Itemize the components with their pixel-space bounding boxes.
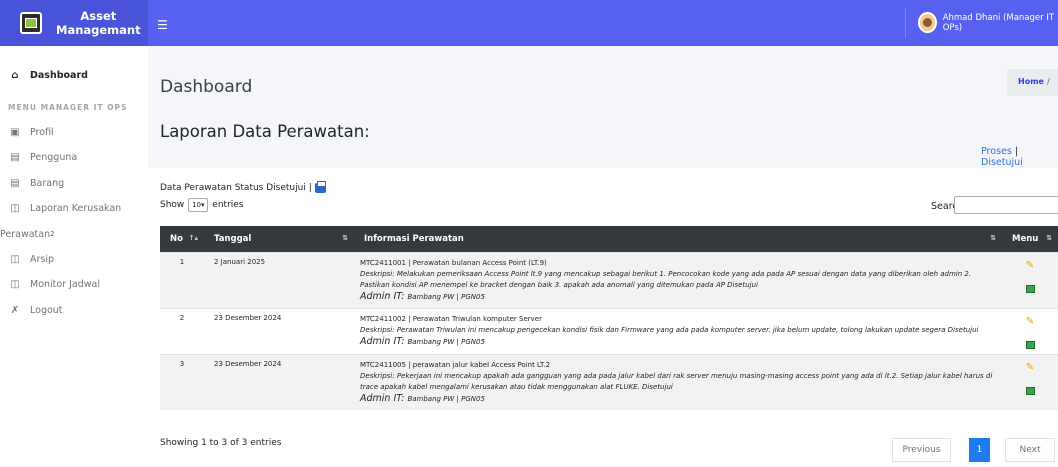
user-name: Ahmad Dhani (Manager IT OPs) <box>942 12 1055 33</box>
next-page-button[interactable]: Next <box>1005 438 1055 462</box>
previous-page-button[interactable]: Previous <box>892 438 951 462</box>
avatar <box>918 12 937 33</box>
home-icon: ⌂ <box>11 70 19 82</box>
sidebar-item-label: Pengguna <box>30 152 78 164</box>
page-1-button[interactable]: 1 <box>969 438 990 462</box>
sidebar: Asset Managemant ⌂ Dashboard MENU MANAGE… <box>0 0 148 467</box>
calendar-icon: ▣ <box>10 126 20 138</box>
data-table: No ↑▴ Tanggal ⇅ Informasi Perawatan ⇅ Menu ⇅… <box>160 226 1058 410</box>
image-icon[interactable] <box>1025 284 1035 293</box>
show-entries: Show 10 ▾ entries <box>160 198 244 212</box>
sidebar-item-label: Monitor Jadwal <box>30 279 101 291</box>
sidebar-item-dashboard[interactable]: ⌂ Dashboard <box>0 63 148 89</box>
brand[interactable]: Asset Managemant <box>0 0 148 46</box>
sidebar-item-arsip[interactable]: ◫ Arsip <box>0 247 148 273</box>
column-header-tanggal[interactable]: Tanggal ⇅ <box>204 226 354 252</box>
brand-name: Asset Managemant <box>56 9 141 37</box>
list-icon: ▤ <box>10 152 20 164</box>
sort-icon: ⇅ <box>342 234 348 242</box>
column-header-menu[interactable]: Menu ⇅ <box>1002 226 1058 252</box>
notification-badge: 2 <box>50 230 55 238</box>
table-icon: ◫ <box>10 253 20 265</box>
table-caption: Data Perawatan Status Disetujui | <box>160 181 326 193</box>
image-icon[interactable] <box>1025 340 1035 349</box>
search-input[interactable] <box>954 196 1058 214</box>
column-header-no[interactable]: No ↑▴ <box>160 226 204 252</box>
sidebar-item-label: Logout <box>30 304 63 316</box>
info-cell: MTC2411005 | perawatan jalur kabel Acces… <box>354 353 1002 410</box>
topbar: ☰ Ahmad Dhani (Manager IT OPs) <box>148 0 1058 46</box>
menu-cell: ✎ <box>1002 307 1058 354</box>
main-content: Dashboard Home / Laporan Data Perawatan: … <box>148 46 1058 467</box>
menu-cell: ✎ <box>1002 353 1058 410</box>
filter-proses-link[interactable]: Proses <box>981 146 1012 157</box>
table-row: 1 2 Januari 2025 MTC2411001 | Perawatan … <box>160 251 1058 308</box>
topbar-divider <box>905 8 906 38</box>
sidebar-item-label: Dashboard <box>30 70 88 82</box>
sidebar-item-laporan-kerusakan[interactable]: ◫ Laporan Kerusakan <box>0 196 148 222</box>
sidebar-item-label: Arsip <box>30 253 55 265</box>
logout-icon: ✗ <box>10 304 20 316</box>
entries-select[interactable]: 10 ▾ <box>188 198 209 212</box>
table-icon: ◫ <box>10 279 20 291</box>
image-icon[interactable] <box>1025 386 1035 395</box>
list-icon: ▤ <box>10 177 20 189</box>
sort-asc-icon: ↑▴ <box>188 234 198 242</box>
sidebar-item-barang[interactable]: ▤ Barang <box>0 171 148 197</box>
menu-toggle-icon[interactable]: ☰ <box>157 18 168 32</box>
edit-pencil-icon[interactable]: ✎ <box>1008 316 1052 327</box>
breadcrumb-separator: / <box>1046 77 1050 86</box>
menu-cell: ✎ <box>1002 251 1058 308</box>
sidebar-item-profil[interactable]: ▣ Profil <box>0 120 148 146</box>
report-title: Laporan Data Perawatan: <box>160 122 370 141</box>
page-title: Dashboard <box>160 77 253 97</box>
sidebar-item-pengguna[interactable]: ▤ Pengguna <box>0 145 148 171</box>
table-row: 3 23 Desember 2024 MTC2411005 | perawata… <box>160 353 1058 410</box>
table-header-row: No ↑▴ Tanggal ⇅ Informasi Perawatan ⇅ Menu ⇅ <box>160 226 1058 252</box>
sidebar-item-logout[interactable]: ✗ Logout <box>0 298 148 324</box>
info-cell: MTC2411002 | Perawatan Triwulan komputer… <box>354 307 1002 354</box>
sort-icon: ⇅ <box>1046 234 1052 242</box>
status-filter: Proses | Disetujui <box>981 146 1058 168</box>
edit-pencil-icon[interactable]: ✎ <box>1008 362 1052 373</box>
side-nav: ⌂ Dashboard MENU MANAGER IT OPS ▣ Profil… <box>0 46 148 323</box>
sidebar-item-label: Barang <box>30 177 65 189</box>
sidebar-item-label: Perawatan <box>0 228 51 240</box>
sidebar-item-monitor-jadwal[interactable]: ◫ Monitor Jadwal <box>0 272 148 298</box>
sidebar-item-label: Profil <box>30 126 54 138</box>
sort-icon: ⇅ <box>990 234 996 242</box>
table-info: Showing 1 to 3 of 3 entries <box>160 438 282 448</box>
table-icon: ◫ <box>10 203 20 215</box>
filter-disetujui-link[interactable]: Disetujui <box>981 157 1023 168</box>
filter-separator: | <box>1014 146 1019 157</box>
column-header-informasi[interactable]: Informasi Perawatan ⇅ <box>354 226 1002 252</box>
edit-pencil-icon[interactable]: ✎ <box>1008 260 1052 271</box>
user-menu[interactable]: Ahmad Dhani (Manager IT OPs) <box>918 12 1058 33</box>
info-cell: MTC2411001 | Perawatan bulanan Access Po… <box>354 251 1002 308</box>
asset-logo-icon <box>20 12 42 34</box>
print-icon[interactable] <box>314 181 326 193</box>
breadcrumb: Home / <box>1007 69 1058 96</box>
breadcrumb-home-link[interactable]: Home <box>1018 77 1044 86</box>
sidebar-item-perawatan[interactable]: Perawatan 2 <box>0 222 148 247</box>
table-row: 2 23 Desember 2024 MTC2411002 | Perawata… <box>160 307 1058 354</box>
sidebar-heading: MENU MANAGER IT OPS <box>8 102 128 112</box>
sidebar-item-label: Laporan Kerusakan <box>30 203 122 215</box>
